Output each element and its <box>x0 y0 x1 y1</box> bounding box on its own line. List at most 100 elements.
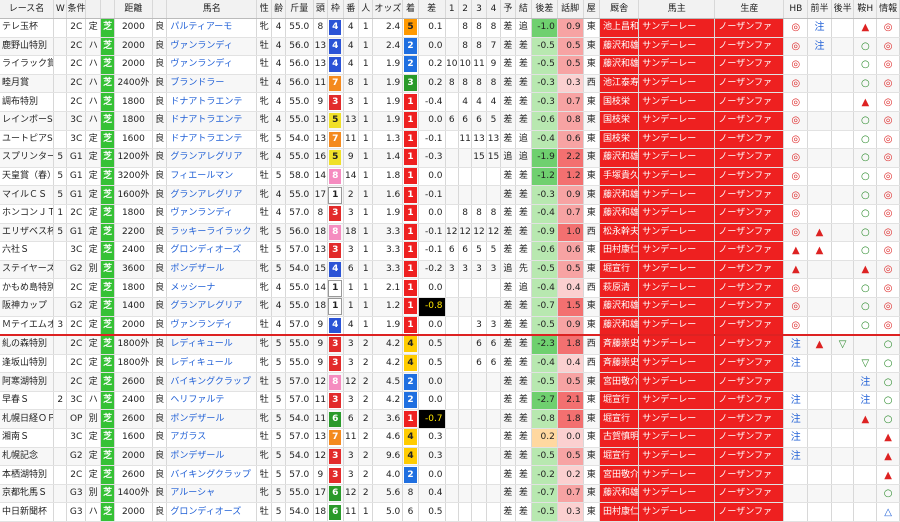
column-header[interactable]: 屋 <box>583 0 601 19</box>
horse-cell[interactable]: レディキュール <box>166 335 258 355</box>
table-row[interactable]: 六社Ｓ 3C 定芝 2400 良グロンディオーズ牡 5 57.0 13 3 3 1 3.3 1 -0.1 6… <box>0 241 900 261</box>
horse-name[interactable]: ポンデザール <box>170 414 224 424</box>
column-header[interactable]: 性 <box>256 0 273 19</box>
column-header[interactable]: 後差 <box>531 0 558 19</box>
column-header[interactable]: 鞍H <box>853 0 878 19</box>
column-header[interactable] <box>100 0 115 19</box>
table-row[interactable]: 札幌記念 G2 定芝 2000 良ポンデザール牝 5 54.0 12 3 3 2 9.6 4 0.3 差差 -… <box>0 447 900 467</box>
column-header[interactable]: W <box>53 0 68 19</box>
horse-name[interactable]: パルティアーモ <box>170 22 232 32</box>
column-header[interactable] <box>152 0 168 19</box>
table-row[interactable]: レインボーS 3C ハ芝 1800 良ドナアトラエンテ牝 4 55.0 13 5 13 1 1.9 1 0… <box>0 111 900 131</box>
horse-cell[interactable]: アガラス <box>166 428 258 448</box>
column-header[interactable]: 2 <box>458 0 473 19</box>
table-row[interactable]: 糺の森特別 2C 定芝 1800外良レディキュール 牝 5 55.0 9 3 3 2 4.2 4 0.5 6… <box>0 335 900 355</box>
horse-name[interactable]: ポンデザール <box>170 264 224 274</box>
horse-name[interactable]: レディキュール <box>170 339 232 349</box>
table-row[interactable]: ライラック賞 2C ハ芝 2000 良ヴァンランディ牡 4 56.0 13 4 4 1 1.9 2 0.2… <box>0 55 900 75</box>
horse-name[interactable]: アルーシャ <box>170 488 215 498</box>
horse-name[interactable]: バイキングクラップ <box>170 377 251 387</box>
horse-cell[interactable]: ポンデザール <box>166 447 258 467</box>
horse-name[interactable]: ヴァンランディ <box>170 59 232 69</box>
column-header[interactable]: オッズ <box>372 0 404 19</box>
table-row[interactable]: ステイヤーズ G2 別芝 3600 良ポンデザール牝 5 54.0 15 4 6 1 3.3 1 -0.2… <box>0 260 900 280</box>
column-header[interactable]: 生産 <box>714 0 785 19</box>
column-header[interactable]: 結 <box>515 0 533 19</box>
table-row[interactable]: 京都牝馬Ｓ G3 別芝 1400外良アルーシャ 牝 5 55.0 17 6 12 2 5.6 8 0.4 差… <box>0 484 900 504</box>
column-header[interactable]: 後半 <box>831 0 855 19</box>
horse-cell[interactable]: グランアレグリア <box>166 148 258 168</box>
table-row[interactable]: エリザベス杯 5 G1 定芝 2200 良ラッキーライラック牝 5 56.0 18 8 18 1 3.3… <box>0 223 900 243</box>
horse-name[interactable]: グランアレグリア <box>170 301 242 311</box>
horse-cell[interactable]: アルーシャ <box>166 484 258 504</box>
horse-cell[interactable]: ブランドラー <box>166 74 258 94</box>
column-header[interactable]: 話脚 <box>557 0 584 19</box>
horse-cell[interactable]: ドナアトラエンテ <box>166 111 258 131</box>
table-row[interactable]: 本栖湖特別 2C 定芝 2600 良バイキングクラップ牡 5 57.0 9 3 3 2 4.0 2 0.0… <box>0 465 900 485</box>
column-header[interactable]: 4 <box>486 0 502 19</box>
column-header[interactable]: 頭 <box>313 0 329 19</box>
column-header[interactable]: 情報 <box>876 0 900 19</box>
table-row[interactable]: テレ玉杯 2C 定芝 2000 良パルティアーモ牝 4 55.0 8 4 4 1 2.4 5 0.1 8 8 8… <box>0 18 900 38</box>
horse-name[interactable]: ブランドラー <box>170 78 224 88</box>
column-header[interactable]: 枠 <box>327 0 344 19</box>
horse-cell[interactable]: グロンディオーズ <box>166 241 258 261</box>
table-row[interactable]: 湘南Ｓ 3C 定芝 1600 良アガラス牡 5 57.0 13 7 11 2 4.6 4 0.3 差差 0.2… <box>0 428 900 448</box>
horse-name[interactable]: ドナアトラエンテ <box>170 134 242 144</box>
horse-cell[interactable]: グランアレグリア <box>166 297 258 317</box>
horse-name[interactable]: ドナアトラエンテ <box>170 97 242 107</box>
column-header[interactable]: 斤量 <box>285 0 314 19</box>
table-row[interactable]: 鹿野山特別 2C ハ芝 2000 良ヴァンランディ牡 4 56.0 13 4 4 1 2.4 2 0.0 8… <box>0 37 900 57</box>
horse-cell[interactable]: ドナアトラエンテ <box>166 92 258 112</box>
table-row[interactable]: 逢坂山特別 2C 定芝 1800外良レディキュール 牝 5 55.0 9 3 3 2 4.2 4 0.5 6… <box>0 354 900 374</box>
horse-cell[interactable]: ラッキーライラック <box>166 223 258 243</box>
column-header[interactable]: 馬主 <box>638 0 716 19</box>
table-row[interactable]: Ｍテイエムオ 3 2C 定芝 2000 良ヴァンランディ牡 4 57.0 9 4 4 1 1.9 1 0.0… <box>0 316 900 337</box>
horse-name[interactable]: ラッキーライラック <box>170 227 251 237</box>
horse-name[interactable]: ヴァンランディ <box>170 320 232 330</box>
table-row[interactable]: ホンコンＪＴ 1 2C 定芝 1800 良ヴァンランディ牡 4 57.0 8 3 3 1 1.9 1 0.0… <box>0 204 900 224</box>
table-row[interactable]: マイルＣＳ 5 G1 定芝 1600外良グランアレグリア牝 4 55.0 17 1 2 1 1.6 1-… <box>0 185 900 205</box>
column-header[interactable] <box>85 0 102 19</box>
column-header[interactable]: 着 <box>402 0 419 19</box>
table-row[interactable]: ユートピアS 3C 定芝 1600 良ドナアトラエンテ牝 5 54.0 13 7 11 1 1.3 1-… <box>0 130 900 150</box>
table-row[interactable]: 調布特別 2C ハ芝 1800 良ドナアトラエンテ牝 4 55.0 9 3 3 1 1.9 1 -0.4 4… <box>0 92 900 112</box>
horse-cell[interactable]: ヴァンランディ <box>166 55 258 75</box>
column-header[interactable]: 3 <box>471 0 487 19</box>
horse-name[interactable]: バイキングクラップ <box>170 470 251 480</box>
table-row[interactable]: 睦月賞 2C ハ芝 2400外良ブランドラー牡 4 56.0 11 7 8 1 1.9 3 0.2 8 8 8… <box>0 74 900 94</box>
horse-cell[interactable]: パルティアーモ <box>166 18 258 38</box>
horse-cell[interactable]: ヘリファルテ <box>166 391 258 411</box>
horse-name[interactable]: メッシーナ <box>170 283 215 293</box>
horse-name[interactable]: フィエールマン <box>170 171 233 181</box>
table-row[interactable]: 阿寒湖特別 2C 定芝 2600 良バイキングクラップ牡 5 57.0 12 8 12 2 4.5 2 0… <box>0 372 900 392</box>
table-row[interactable]: 阪神カップ G2 定芝 1400 良グランアレグリア牝 4 55.0 18 1 1 1 1.2 1 -0.… <box>0 297 900 317</box>
table-row[interactable]: かもめ島特別 2C 定芝 1800 良メッシーナ牝 4 55.0 14 1 1 1 2.1 1 0.0 差追… <box>0 278 900 298</box>
horse-cell[interactable]: ヴァンランディ <box>166 37 258 57</box>
column-header[interactable]: 前半 <box>807 0 832 19</box>
horse-cell[interactable]: バイキングクラップ <box>166 465 258 485</box>
horse-cell[interactable]: ポンデザール <box>166 260 258 280</box>
column-header[interactable]: 厩舎 <box>599 0 640 19</box>
column-header[interactable]: 番 <box>343 0 360 19</box>
table-row[interactable]: 早春Ｓ 2 3C ハ芝 2400 良ヘリファルテ牡 5 57.0 11 3 3 2 4.2 2 0.0 差差 -… <box>0 391 900 411</box>
column-header[interactable]: HB <box>783 0 809 19</box>
column-header[interactable]: 馬名 <box>166 0 258 19</box>
horse-name[interactable]: ヴァンランディ <box>170 208 232 218</box>
horse-cell[interactable]: ヴァンランディ <box>166 316 258 337</box>
horse-cell[interactable]: ヴァンランディ <box>166 204 258 224</box>
horse-cell[interactable]: バイキングクラップ <box>166 372 258 392</box>
table-row[interactable]: 天皇賞（春） 5 G1 定芝 3200外良フィエールマン牡 5 58.0 14 8 14 1 1.8 1… <box>0 167 900 187</box>
column-header[interactable]: 齢 <box>271 0 286 19</box>
horse-name[interactable]: グランアレグリア <box>170 190 242 200</box>
horse-cell[interactable]: ドナアトラエンテ <box>166 130 258 150</box>
horse-name[interactable]: アガラス <box>170 432 206 442</box>
column-header[interactable]: 予 <box>500 0 516 19</box>
horse-name[interactable]: ドナアトラエンテ <box>170 115 242 125</box>
column-header[interactable]: 差 <box>418 0 446 19</box>
horse-name[interactable]: レディキュール <box>170 358 232 368</box>
horse-cell[interactable]: グランアレグリア <box>166 185 258 205</box>
horse-cell[interactable]: フィエールマン <box>166 167 258 187</box>
table-row[interactable]: スプリンター 5 G1 定芝 1200外良グランアレグリア牝 4 55.0 16 5 9 1 1.4 1… <box>0 148 900 168</box>
horse-name[interactable]: ヴァンランディ <box>170 41 232 51</box>
